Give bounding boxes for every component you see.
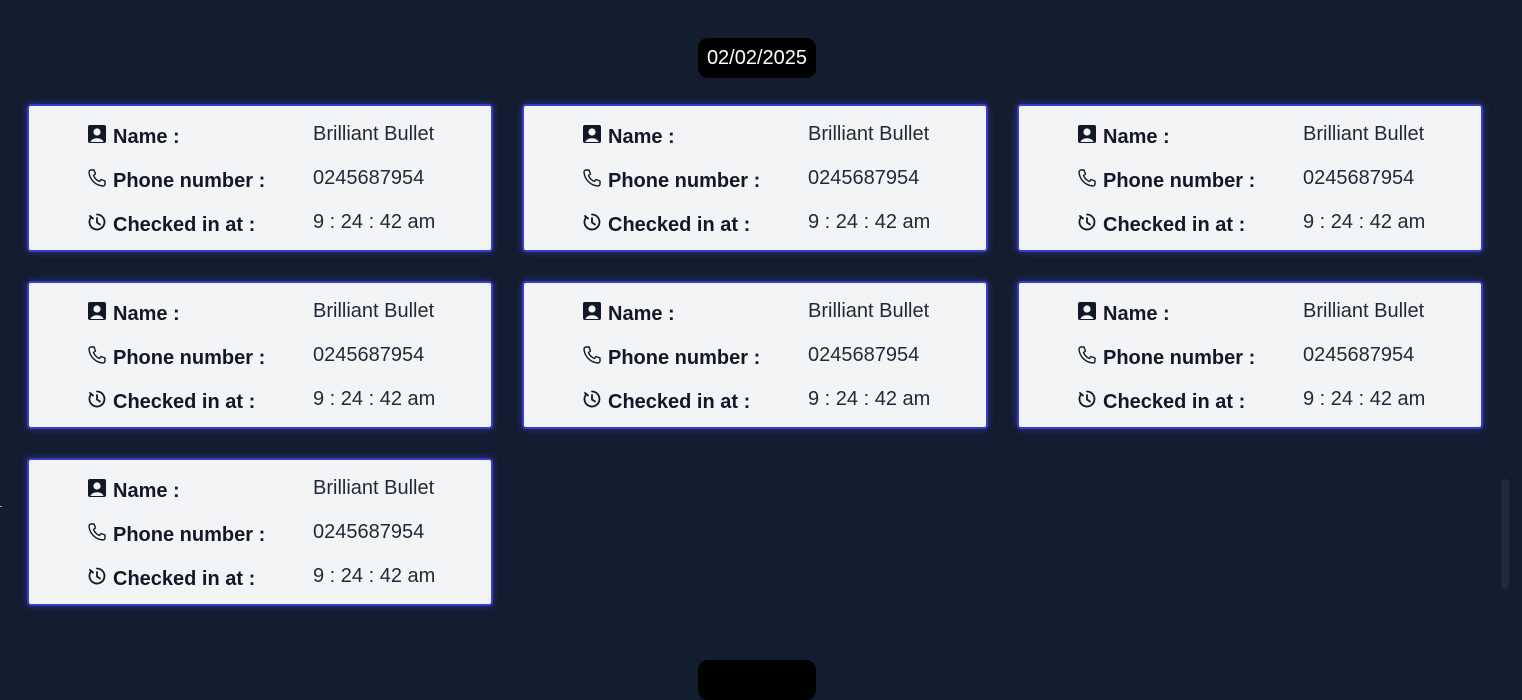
name-label: Name : xyxy=(113,303,180,325)
name-label: Name : xyxy=(1103,126,1170,148)
phone-label: Phone number : xyxy=(113,524,266,546)
checked-in-row: Checked in at : 9 : 24 : 42 am xyxy=(582,211,982,238)
checked-in-label: Checked in at : xyxy=(113,391,256,413)
phone-value: 0245687954 xyxy=(313,167,425,189)
checked-in-label: Checked in at : xyxy=(113,568,256,590)
clock-icon xyxy=(583,390,601,408)
phone-icon xyxy=(1078,169,1096,187)
name-label: Name : xyxy=(608,303,675,325)
name-value: Brilliant Bullet xyxy=(313,300,435,322)
phone-value: 0245687954 xyxy=(1303,167,1415,189)
name-row: Name : Brilliant Bullet xyxy=(1077,300,1477,327)
checked-in-label: Checked in at : xyxy=(1103,391,1246,413)
phone-value: 0245687954 xyxy=(1303,344,1415,366)
phone-row: Phone number : 0245687954 xyxy=(87,344,487,371)
name-row: Name : Brilliant Bullet xyxy=(87,123,487,150)
name-row: Name : Brilliant Bullet xyxy=(87,300,487,327)
checked-in-value: 9 : 24 : 42 am xyxy=(313,211,436,233)
checked-in-value: 9 : 24 : 42 am xyxy=(313,565,436,587)
phone-icon xyxy=(583,346,601,364)
name-row: Name : Brilliant Bullet xyxy=(582,300,982,327)
name-row: Name : Brilliant Bullet xyxy=(582,123,982,150)
checked-in-label: Checked in at : xyxy=(608,214,751,236)
phone-value: 0245687954 xyxy=(808,344,920,366)
checked-in-value: 9 : 24 : 42 am xyxy=(313,388,436,410)
person-icon xyxy=(88,302,106,320)
phone-row: Phone number : 0245687954 xyxy=(582,344,982,371)
name-label: Name : xyxy=(1103,303,1170,325)
name-value: Brilliant Bullet xyxy=(313,477,435,499)
phone-label: Phone number : xyxy=(608,170,761,192)
name-value: Brilliant Bullet xyxy=(1303,300,1425,322)
name-value: Brilliant Bullet xyxy=(808,300,930,322)
scrollbar-thumb[interactable] xyxy=(1501,479,1509,589)
next-date-badge xyxy=(698,660,816,700)
phone-label: Phone number : xyxy=(1103,347,1256,369)
phone-row: Phone number : 0245687954 xyxy=(87,521,487,548)
phone-value: 0245687954 xyxy=(313,521,425,543)
checked-in-value: 9 : 24 : 42 am xyxy=(808,211,931,233)
person-icon xyxy=(1078,125,1096,143)
checked-in-value: 9 : 24 : 42 am xyxy=(1303,388,1426,410)
clock-icon xyxy=(1078,390,1096,408)
checked-in-row: Checked in at : 9 : 24 : 42 am xyxy=(87,388,487,415)
name-value: Brilliant Bullet xyxy=(1303,123,1425,145)
phone-row: Phone number : 0245687954 xyxy=(582,167,982,194)
date-badge: 02/02/2025 xyxy=(698,38,816,78)
checkin-card: Name : Brilliant Bullet Phone number : 0… xyxy=(522,281,988,429)
phone-label: Phone number : xyxy=(113,170,266,192)
checked-in-label: Checked in at : xyxy=(608,391,751,413)
checkin-card: Name : Brilliant Bullet Phone number : 0… xyxy=(27,458,493,606)
name-row: Name : Brilliant Bullet xyxy=(1077,123,1477,150)
checked-in-label: Checked in at : xyxy=(113,214,256,236)
checkin-card: Name : Brilliant Bullet Phone number : 0… xyxy=(522,104,988,252)
phone-icon xyxy=(1078,346,1096,364)
name-label: Name : xyxy=(113,126,180,148)
clock-icon xyxy=(1078,213,1096,231)
clock-icon xyxy=(88,567,106,585)
phone-icon xyxy=(583,169,601,187)
name-value: Brilliant Bullet xyxy=(313,123,435,145)
phone-label: Phone number : xyxy=(1103,170,1256,192)
phone-icon xyxy=(88,523,106,541)
phone-row: Phone number : 0245687954 xyxy=(1077,344,1477,371)
checked-in-row: Checked in at : 9 : 24 : 42 am xyxy=(582,388,982,415)
name-value: Brilliant Bullet xyxy=(808,123,930,145)
name-label: Name : xyxy=(113,480,180,502)
person-icon xyxy=(583,125,601,143)
phone-row: Phone number : 0245687954 xyxy=(1077,167,1477,194)
phone-label: Phone number : xyxy=(113,347,266,369)
checked-in-row: Checked in at : 9 : 24 : 42 am xyxy=(87,211,487,238)
person-icon xyxy=(583,302,601,320)
phone-value: 0245687954 xyxy=(313,344,425,366)
name-row: Name : Brilliant Bullet xyxy=(87,477,487,504)
person-icon xyxy=(88,125,106,143)
checked-in-row: Checked in at : 9 : 24 : 42 am xyxy=(87,565,487,592)
phone-label: Phone number : xyxy=(608,347,761,369)
edge-tick xyxy=(0,506,2,507)
checked-in-value: 9 : 24 : 42 am xyxy=(808,388,931,410)
checkin-card: Name : Brilliant Bullet Phone number : 0… xyxy=(1017,281,1483,429)
checkin-card: Name : Brilliant Bullet Phone number : 0… xyxy=(27,104,493,252)
clock-icon xyxy=(88,390,106,408)
checked-in-value: 9 : 24 : 42 am xyxy=(1303,211,1426,233)
checkin-card: Name : Brilliant Bullet Phone number : 0… xyxy=(27,281,493,429)
checked-in-label: Checked in at : xyxy=(1103,214,1246,236)
checked-in-row: Checked in at : 9 : 24 : 42 am xyxy=(1077,211,1477,238)
phone-value: 0245687954 xyxy=(808,167,920,189)
phone-row: Phone number : 0245687954 xyxy=(87,167,487,194)
clock-icon xyxy=(88,213,106,231)
checkin-card: Name : Brilliant Bullet Phone number : 0… xyxy=(1017,104,1483,252)
phone-icon xyxy=(88,169,106,187)
name-label: Name : xyxy=(608,126,675,148)
person-icon xyxy=(1078,302,1096,320)
person-icon xyxy=(88,479,106,497)
phone-icon xyxy=(88,346,106,364)
checked-in-row: Checked in at : 9 : 24 : 42 am xyxy=(1077,388,1477,415)
clock-icon xyxy=(583,213,601,231)
